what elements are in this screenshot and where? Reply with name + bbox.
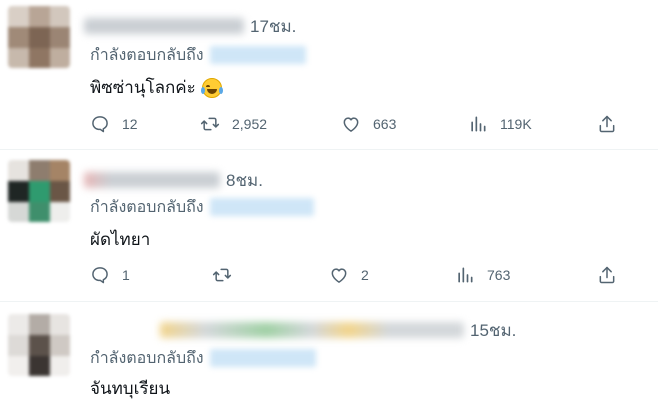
replying-to: กำลังตอบกลับถึง [90,346,316,370]
author-name-redacted[interactable] [160,322,464,338]
reply-tweet[interactable]: 15ชม. กำลังตอบกลับถึง จันทบุเรียน [0,302,658,412]
author-name-redacted[interactable] [84,172,220,188]
replying-to-handle-redacted[interactable] [209,198,314,216]
like-count: 663 [373,116,397,132]
views-button[interactable]: 119K [468,112,532,136]
replying-to-handle-redacted[interactable] [209,349,316,367]
replying-to: กำลังตอบกลับถึง [90,43,306,67]
like-button[interactable]: 2 [329,263,369,287]
tweet-text: ผัดไทยา [90,226,150,253]
heart-icon [331,268,347,283]
avatar[interactable] [8,314,70,376]
retweet-icon [212,268,232,282]
share-button[interactable] [597,263,617,287]
avatar[interactable] [8,6,70,68]
replying-to-label: กำลังตอบกลับถึง [90,349,204,367]
face-with-tears-of-joy-icon [200,77,223,98]
retweet-button[interactable]: 2,952 [200,112,267,136]
like-count: 2 [361,267,369,283]
replying-to-label: กำลังตอบกลับถึง [90,46,204,64]
views-count: 119K [500,116,532,132]
replying-to-handle-redacted[interactable] [209,46,306,64]
like-button[interactable]: 663 [341,112,396,136]
views-button[interactable]: 763 [455,263,510,287]
reply-tweet[interactable]: 8ชม. กำลังตอบกลับถึง ผัดไทยา 1 2 763 [0,150,658,302]
reply-count: 1 [122,267,130,283]
reply-button[interactable]: 1 [90,263,130,287]
tweet-text: จันทบุเรียน [90,375,170,402]
replying-to: กำลังตอบกลับถึง [90,195,314,219]
retweet-count: 2,952 [232,116,268,132]
views-chart-icon [471,116,486,132]
share-button[interactable] [597,112,617,136]
tweet-time[interactable]: 15ชม. [470,317,516,344]
avatar[interactable] [8,160,70,222]
tweet-actions: 12 2,952 663 119K [0,112,658,136]
share-icon [599,266,615,284]
replying-to-label: กำลังตอบกลับถึง [90,198,204,216]
retweet-icon [200,117,220,131]
reply-feed: 17ชม. กำลังตอบกลับถึง พิซซ่านุโลกค่ะ 12 [0,0,658,412]
retweet-button[interactable] [212,263,232,287]
tweet-text-body: พิซซ่านุโลกค่ะ [90,78,196,97]
reply-tweet[interactable]: 17ชม. กำลังตอบกลับถึง พิซซ่านุโลกค่ะ 12 [0,0,658,150]
views-chart-icon [458,267,473,283]
author-row: 17ชม. [84,14,296,38]
heart-icon [343,117,359,132]
tweet-time[interactable]: 8ชม. [226,167,263,194]
reply-count: 12 [122,116,138,132]
tweet-text-body: ผัดไทยา [90,230,151,249]
author-row: 8ชม. [84,168,263,192]
share-icon [599,115,615,133]
reply-button[interactable]: 12 [90,112,138,136]
tweet-time[interactable]: 17ชม. [250,13,296,40]
author-row: 15ชม. [84,318,516,342]
tweet-text-body: จันทบุเรียน [90,379,171,398]
reply-icon [92,116,108,133]
author-name-redacted[interactable] [84,18,244,34]
tweet-text: พิซซ่านุโลกค่ะ [90,74,223,101]
views-count: 763 [487,267,511,283]
reply-icon [92,267,108,284]
tweet-actions: 1 2 763 [0,263,658,287]
